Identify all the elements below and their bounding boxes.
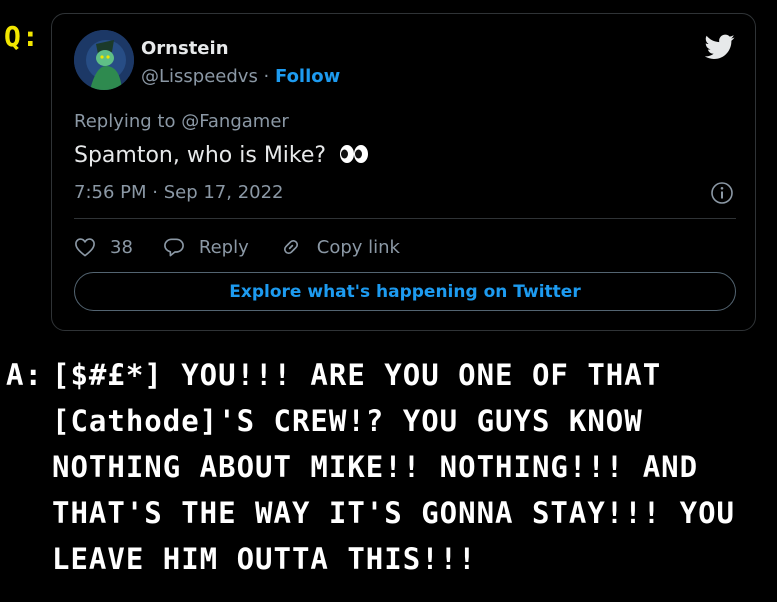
reply-label: Reply [198, 236, 249, 258]
tweet-text: Spamton, who is Mike? [74, 143, 327, 168]
info-icon[interactable] [710, 181, 734, 205]
reply-button[interactable]: Reply [163, 237, 249, 258]
embedded-tweet-card[interactable]: Ornstein @Lisspeedvs · Follow Replying t… [51, 13, 756, 331]
twitter-bird-icon[interactable] [705, 34, 735, 60]
eyes-emoji [340, 145, 369, 163]
answer-block: A: [$#£*] YOU!!! ARE YOU ONE OF THAT [Ca… [6, 352, 766, 582]
avatar[interactable] [74, 30, 134, 90]
author-handle-row: @Lisspeedvs · Follow [141, 66, 340, 87]
follow-link[interactable]: Follow [275, 66, 340, 87]
explore-twitter-button[interactable]: Explore what's happening on Twitter [74, 272, 736, 311]
replying-to[interactable]: Replying to @Fangamer [74, 111, 289, 132]
tweet-timestamp[interactable]: 7:56 PM · Sep 17, 2022 [74, 182, 284, 203]
handle-separator: · [257, 66, 275, 87]
tweet-text-row: Spamton, who is Mike? [74, 143, 369, 168]
tweet-actions: 38 Reply Copy link [74, 233, 430, 261]
copy-link-label: Copy link [316, 236, 400, 258]
like-button[interactable]: 38 [74, 237, 133, 258]
like-count: 38 [110, 236, 133, 258]
answer-text: [$#£*] YOU!!! ARE YOU ONE OF THAT [Catho… [52, 358, 736, 576]
heart-icon [75, 238, 95, 257]
link-icon [283, 239, 298, 255]
question-label: Q: [4, 20, 40, 53]
divider [74, 218, 736, 219]
avatar-image-icon [74, 30, 134, 90]
copy-link-button[interactable]: Copy link [279, 236, 400, 258]
author-name[interactable]: Ornstein [141, 38, 229, 59]
answer-label: A: [6, 358, 43, 392]
author-handle[interactable]: @Lisspeedvs [141, 66, 258, 87]
reply-bubble-icon [163, 238, 184, 257]
